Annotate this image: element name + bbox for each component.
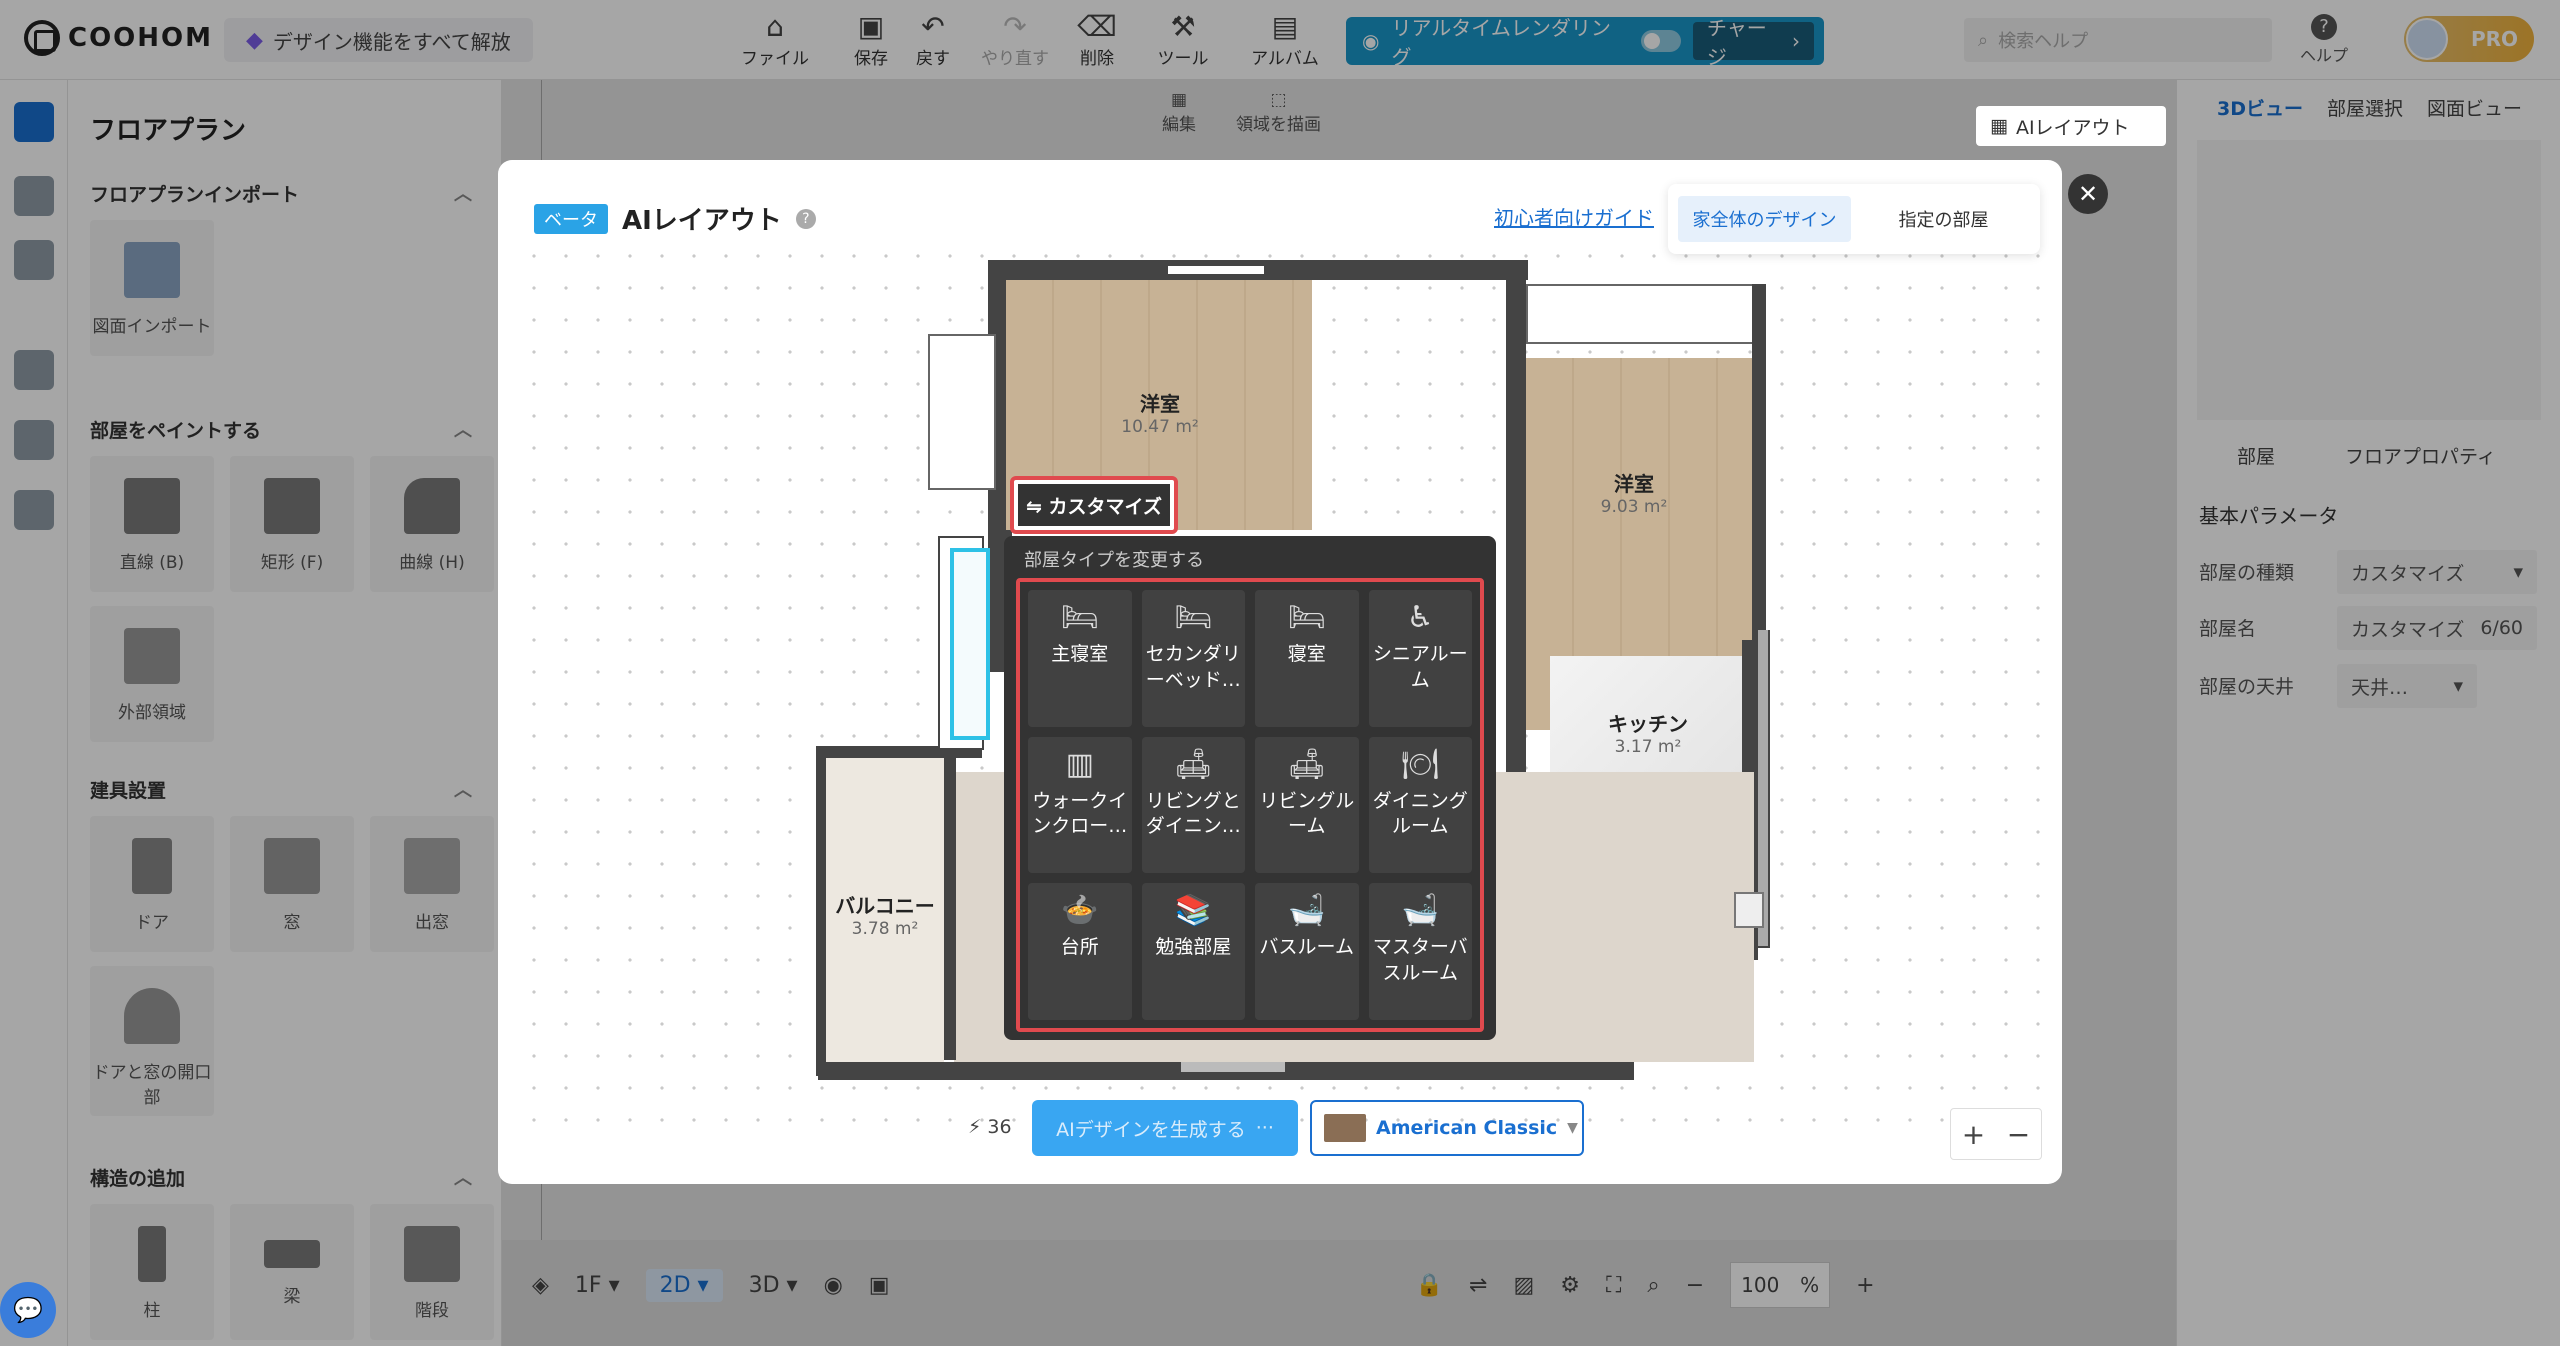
credits-counter: ⚡ 36	[968, 1116, 1012, 1138]
room-label-kitchen: キッチン 3.17 m²	[1578, 708, 1718, 757]
room-type-label: マスターバスルーム	[1372, 936, 1468, 984]
chat-icon[interactable]: 💬	[0, 1282, 56, 1338]
sofa-icon: 🛋	[1174, 746, 1213, 782]
room-name: 洋室	[1140, 392, 1180, 416]
room-name: バルコニー	[835, 894, 935, 918]
closet-icon: ▥	[1065, 746, 1094, 782]
room-area: 3.78 m²	[851, 919, 919, 939]
design-scope-switch: 家全体のデザイン 指定の部屋	[1668, 184, 2040, 254]
room-area: 10.47 m²	[1121, 417, 1199, 437]
room-name: キッチン	[1608, 712, 1688, 736]
bathtub-icon: 🛁	[1288, 893, 1326, 929]
room-type-kitchen[interactable]: 🍲 台所	[1028, 883, 1132, 1020]
bookshelf-icon: 📚	[1174, 893, 1212, 929]
room-name: 洋室	[1614, 472, 1654, 496]
room-type-label: リビングとダイニン…	[1145, 789, 1241, 838]
room-type-living-dining[interactable]: 🛋 リビングとダイニン…	[1141, 736, 1245, 874]
generate-label: AIデザインを生成する	[1056, 1118, 1246, 1141]
room-type-label: シニアルーム	[1372, 643, 1468, 691]
room-type-label: 寝室	[1287, 643, 1326, 665]
bathtub-icon: 🛁	[1401, 893, 1439, 929]
modal-footer: ⚡ 36 AIデザインを生成する ··· American Classic ▼ + −	[498, 1100, 2062, 1160]
room-label-bedroom-2: 洋室 9.03 m²	[1564, 468, 1704, 517]
modal-title: AIレイアウト	[622, 206, 782, 236]
room-type-label: ダイニングルーム	[1372, 789, 1468, 838]
sofa-icon: 🛋	[1287, 746, 1326, 782]
room-type-senior-room[interactable]: ♿ シニアルーム	[1368, 590, 1472, 727]
room-type-label: セカンダリーベッド…	[1145, 643, 1241, 691]
ai-layout-button[interactable]: ▦ AIレイアウト	[1976, 106, 2166, 146]
room-type-master-bedroom[interactable]: 🛏 主寝室	[1028, 590, 1132, 727]
modal-header: ベータ AIレイアウト ?	[534, 200, 816, 237]
whole-house-option[interactable]: 家全体のデザイン	[1678, 196, 1851, 242]
room-type-label: 勉強部屋	[1155, 936, 1232, 959]
customize-label: ⇋ カスタマイズ	[1018, 484, 1170, 526]
beta-badge: ベータ	[534, 203, 608, 234]
room-type-secondary-bedroom[interactable]: 🛏 セカンダリーベッド…	[1141, 590, 1245, 727]
bed-icon: 🛏	[1174, 600, 1213, 635]
style-thumbnail	[1324, 1114, 1366, 1142]
room-type-label: バスルーム	[1259, 936, 1354, 959]
credits-value: 36	[987, 1116, 1012, 1138]
style-label: American Classic	[1376, 1117, 1558, 1139]
room-type-walk-in-closet[interactable]: ▥ ウォークインクロー…	[1028, 736, 1132, 874]
beginner-guide-link[interactable]: 初心者向けガイド	[1494, 202, 1654, 231]
room-type-living-room[interactable]: 🛋 リビングルーム	[1255, 736, 1359, 874]
ai-layout-label: AIレイアウト	[2015, 116, 2130, 139]
customize-room-tag[interactable]: ⇋ カスタマイズ	[1010, 476, 1178, 534]
ai-layout-modal: ベータ AIレイアウト ? 初心者向けガイド 家全体のデザイン 指定の部屋 洋室…	[498, 160, 2062, 1184]
style-selector[interactable]: American Classic ▼	[1310, 1100, 1584, 1156]
pot-icon: 🍲	[1061, 893, 1099, 929]
popup-title: 部屋タイプを変更する	[1024, 550, 1204, 571]
room-type-label: 台所	[1060, 936, 1099, 959]
room-type-bedroom[interactable]: 🛏 寝室	[1255, 590, 1359, 727]
bed-icon: 🛏	[1060, 600, 1099, 635]
generate-ai-design-button[interactable]: AIデザインを生成する ···	[1032, 1100, 1298, 1156]
room-type-dining-room[interactable]: 🍽 ダイニングルーム	[1368, 736, 1472, 874]
more-icon: ···	[1255, 1117, 1274, 1139]
room-type-label: 主寝室	[1051, 643, 1109, 665]
specific-room-option[interactable]: 指定の部屋	[1857, 196, 2030, 242]
bed-icon: 🛏	[1287, 600, 1326, 635]
ai-layout-icon: ▦	[1990, 115, 2008, 137]
room-area: 9.03 m²	[1600, 497, 1668, 517]
bolt-icon: ⚡	[968, 1116, 982, 1138]
zoom-out-icon[interactable]: −	[2007, 1118, 2030, 1151]
room-label-bedroom-1: 洋室 10.47 m²	[1090, 388, 1230, 437]
room-type-study[interactable]: 📚 勉強部屋	[1141, 883, 1245, 1020]
dining-icon: 🍽	[1401, 746, 1440, 782]
room-type-grid: 🛏 主寝室 🛏 セカンダリーベッド… 🛏 寝室 ♿ シニアルーム ▥ ウォークインクロー……	[1016, 578, 1484, 1032]
senior-icon: ♿	[1406, 600, 1434, 635]
room-label-balcony: バルコニー 3.78 m²	[830, 890, 940, 939]
room-type-bathroom[interactable]: 🛁 バスルーム	[1255, 883, 1359, 1020]
modal-zoom-controls: + −	[1950, 1108, 2042, 1160]
chevron-down-icon: ▼	[1567, 1120, 1578, 1136]
room-type-master-bathroom[interactable]: 🛁 マスターバスルーム	[1368, 883, 1472, 1020]
room-type-popup: 部屋タイプを変更する 🛏 主寝室 🛏 セカンダリーベッド… 🛏 寝室 ♿ シニアルーム …	[1004, 536, 1496, 1040]
info-icon[interactable]: ?	[795, 208, 816, 229]
zoom-in-icon[interactable]: +	[1962, 1118, 1985, 1151]
close-icon[interactable]: ✕	[2068, 174, 2108, 214]
room-type-label: リビングルーム	[1259, 789, 1355, 838]
room-type-label: ウォークインクロー…	[1032, 789, 1128, 838]
room-area: 3.17 m²	[1614, 737, 1682, 757]
